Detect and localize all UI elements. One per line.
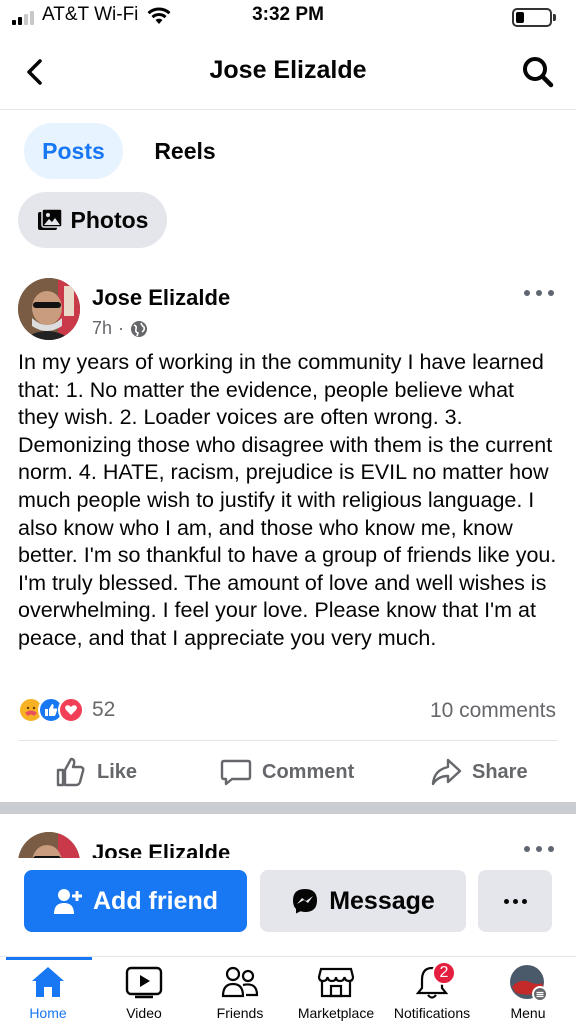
tab-video[interactable]: Video [96,963,192,1024]
search-icon[interactable] [518,52,558,92]
divider [18,740,558,741]
photos-icon [37,208,63,230]
love-icon [58,697,84,723]
comment-count[interactable]: 10 comments [430,699,556,723]
share-label: Share [472,760,528,783]
post-time: 7h [92,318,113,338]
comment-label: Comment [262,760,355,783]
globe-icon[interactable] [130,320,148,338]
message-label: Message [329,886,435,915]
bell-icon: 2 [412,961,456,1001]
tab-label: Video [126,1005,162,1021]
notification-badge: 2 [432,961,456,985]
tab-label: Home [29,1005,67,1021]
tab-label: Friends [216,1005,264,1021]
avatar-photo [18,278,80,340]
share-button[interactable]: Share [430,752,528,792]
home-icon [28,963,68,1001]
post-options-button[interactable] [524,286,554,300]
thumbs-up-icon [56,757,85,787]
bottom-tab-bar: Home Video Friends Marketplace 2 Notific… [0,956,576,1024]
photos-button[interactable]: Photos [18,192,167,248]
tab-label: Menu [510,1005,546,1021]
feed-separator [0,802,576,814]
author-avatar[interactable] [18,278,80,340]
friends-icon [220,963,260,1001]
video-icon [124,963,164,1001]
add-friend-label: Add friend [93,886,218,915]
photos-label: Photos [70,206,149,233]
more-options-button[interactable] [478,870,552,932]
profile-menu-icon [508,963,548,1001]
tab-notifications[interactable]: 2 Notifications [384,961,480,1024]
messenger-icon [293,889,318,914]
reaction-summary[interactable]: 52 [18,697,115,723]
tab-reels[interactable]: Reels [140,123,230,179]
status-bar: AT&T Wi-Fi 3:32 PM [0,0,576,36]
profile-action-bar: Add friend Message [0,858,576,954]
post-meta: 7h · [92,318,148,339]
reaction-count: 52 [92,698,116,721]
tab-menu[interactable]: Menu [480,963,576,1024]
meta-separator: · [118,318,125,338]
post-text: In my years of working in the community … [18,350,557,650]
tab-friends[interactable]: Friends [192,963,288,1024]
like-button[interactable]: Like [55,752,137,792]
next-post-options-button[interactable] [524,842,554,856]
post-author-name[interactable]: Jose Elizalde [92,285,230,311]
comment-button[interactable]: Comment [220,752,354,792]
tab-label: Notifications [393,1005,471,1021]
clock: 3:32 PM [252,4,324,25]
tab-marketplace[interactable]: Marketplace [288,963,384,1024]
message-button[interactable]: Message [260,870,466,932]
marketplace-icon [316,963,356,1001]
tab-label: Marketplace [297,1005,375,1021]
comment-icon [220,759,252,786]
add-friend-icon [54,889,82,914]
add-friend-button[interactable]: Add friend [24,870,247,932]
page-title: Jose Elizalde [209,56,367,84]
battery-icon [512,8,556,27]
tab-home[interactable]: Home [0,963,96,1024]
share-icon [431,758,462,786]
tab-posts[interactable]: Posts [24,123,123,179]
active-tab-indicator [6,957,92,960]
like-label: Like [97,760,138,783]
profile-header: Jose Elizalde [0,40,576,110]
battery-level [516,12,524,23]
